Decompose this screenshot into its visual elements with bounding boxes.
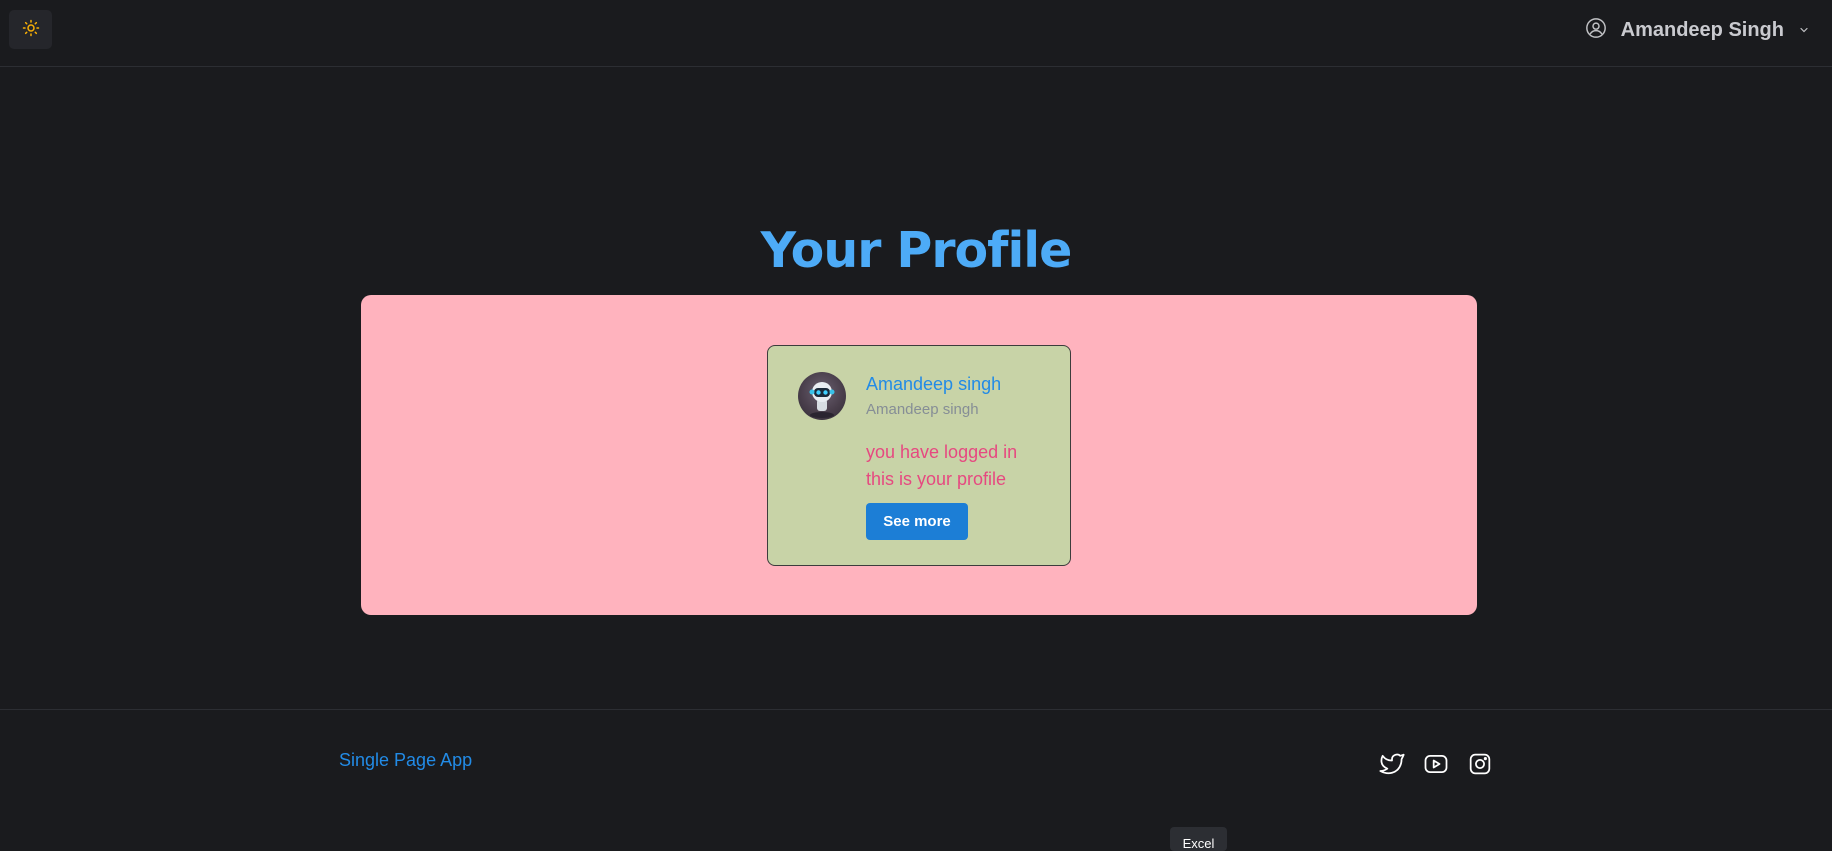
tooltip: Excel: [1170, 827, 1227, 851]
footer-brand-link[interactable]: Single Page App: [339, 750, 472, 771]
twitter-icon[interactable]: [1378, 750, 1406, 778]
youtube-icon[interactable]: [1422, 750, 1450, 778]
user-menu[interactable]: Amandeep Singh: [1585, 15, 1810, 45]
instagram-icon[interactable]: [1466, 750, 1494, 778]
page-title: Your Profile: [760, 222, 1073, 279]
chevron-down-icon: [1798, 21, 1810, 40]
profile-panel: Amandeep singh Amandeep singh you have l…: [361, 295, 1477, 615]
footer: Single Page App: [0, 709, 1832, 846]
profile-message: you have logged in this is your profile: [866, 442, 1018, 489]
theme-toggle-button[interactable]: [9, 10, 52, 49]
social-links: [1378, 750, 1494, 778]
profile-card: Amandeep singh Amandeep singh you have l…: [767, 345, 1071, 566]
profile-name: Amandeep singh: [866, 374, 1002, 394]
avatar: [798, 372, 846, 420]
profile-username: Amandeep singh: [866, 401, 979, 418]
sun-icon: [22, 19, 40, 41]
user-circle-icon: [1585, 17, 1607, 43]
see-more-button[interactable]: See more: [866, 503, 968, 540]
user-name: Amandeep Singh: [1620, 18, 1784, 41]
header: Amandeep Singh: [0, 0, 1832, 67]
